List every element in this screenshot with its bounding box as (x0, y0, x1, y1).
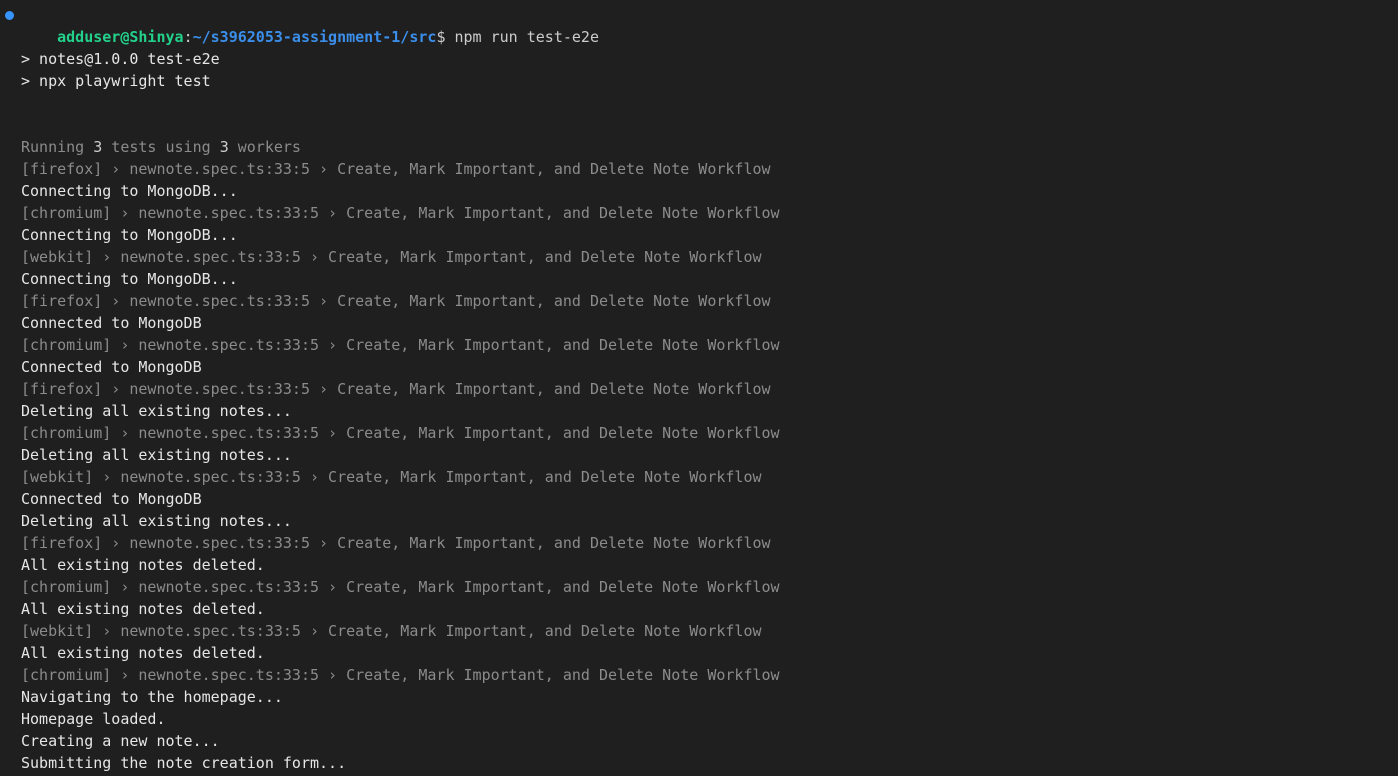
test-output-line: Connecting to MongoDB... (21, 226, 238, 244)
test-title-line: [chromium] › newnote.spec.ts:33:5 › Crea… (21, 424, 780, 442)
test-output-line: Deleting all existing notes... (21, 446, 292, 464)
running-prefix: Running (21, 138, 94, 156)
test-output-line: All existing notes deleted. (21, 600, 265, 618)
test-title-line: [webkit] › newnote.spec.ts:33:5 › Create… (21, 248, 762, 266)
prompt-colon: : (183, 28, 193, 46)
test-output-line: All existing notes deleted. (21, 556, 265, 574)
script-header-line: > notes@1.0.0 test-e2e (21, 50, 220, 68)
running-test-count: 3 (93, 138, 103, 156)
test-output-line: Deleting all existing notes... (21, 402, 292, 420)
prompt-path: ~/s3962053-assignment-1/src (192, 28, 437, 46)
running-worker-count: 3 (219, 138, 229, 156)
test-output-line: Homepage loaded. (21, 710, 166, 728)
test-title-line: [firefox] › newnote.spec.ts:33:5 › Creat… (21, 160, 771, 178)
running-middle: tests using (102, 138, 220, 156)
test-output-line: All existing notes deleted. (21, 644, 265, 662)
test-title-line: [firefox] › newnote.spec.ts:33:5 › Creat… (21, 292, 771, 310)
prompt-command: npm run test-e2e (445, 28, 599, 46)
test-title-line: [chromium] › newnote.spec.ts:33:5 › Crea… (21, 336, 780, 354)
test-title-line: [firefox] › newnote.spec.ts:33:5 › Creat… (21, 534, 771, 552)
prompt-line: adduser@Shinya:~/s3962053-assignment-1/s… (0, 4, 1398, 46)
test-title-line: [chromium] › newnote.spec.ts:33:5 › Crea… (21, 578, 780, 596)
test-output-line: Submitting the note creation form... (21, 754, 347, 772)
prompt-user-host: adduser@Shinya (57, 28, 184, 46)
test-output-line: Connecting to MongoDB... (21, 182, 238, 200)
command-status-dot-icon[interactable] (5, 11, 14, 20)
test-title-line: [chromium] › newnote.spec.ts:33:5 › Crea… (21, 666, 780, 684)
test-title-line: [webkit] › newnote.spec.ts:33:5 › Create… (21, 468, 762, 486)
running-suffix: workers (228, 138, 301, 156)
terminal-output[interactable]: adduser@Shinya:~/s3962053-assignment-1/s… (0, 4, 1398, 776)
test-output-line: Connecting to MongoDB... (21, 270, 238, 288)
test-log: [firefox] › newnote.spec.ts:33:5 › Creat… (0, 158, 1398, 774)
test-title-line: [firefox] › newnote.spec.ts:33:5 › Creat… (21, 380, 771, 398)
test-title-line: [chromium] › newnote.spec.ts:33:5 › Crea… (21, 204, 780, 222)
test-output-line: Creating a new note... (21, 732, 220, 750)
test-output-line: Connected to MongoDB (21, 490, 202, 508)
test-output-line: Navigating to the homepage... (21, 688, 283, 706)
test-title-line: [webkit] › newnote.spec.ts:33:5 › Create… (21, 622, 762, 640)
test-output-line: Connected to MongoDB (21, 358, 202, 376)
test-output-line: Connected to MongoDB (21, 314, 202, 332)
running-summary-line: Running 3 tests using 3 workers (0, 136, 1398, 158)
script-header-line: > npx playwright test (21, 72, 211, 90)
test-output-line: Deleting all existing notes... (21, 512, 292, 530)
